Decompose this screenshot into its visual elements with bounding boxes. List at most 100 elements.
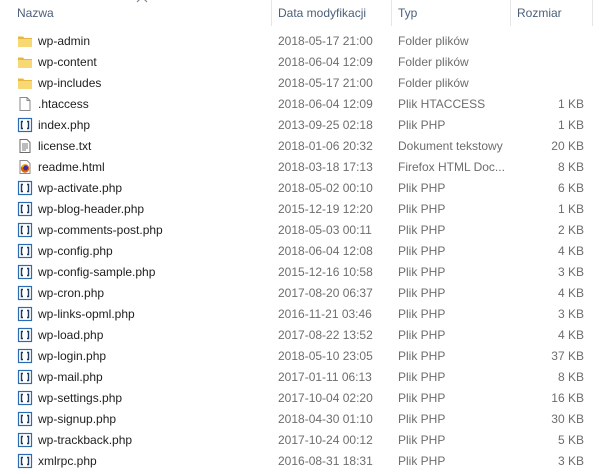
file-type: Plik PHP bbox=[398, 265, 446, 279]
file-size: 1 KB bbox=[557, 118, 584, 132]
file-row[interactable]: wp-activate.php 2018-05-02 00:10 Plik PHP 6… bbox=[0, 178, 609, 199]
file-date: 2016-11-21 03:46 bbox=[278, 307, 372, 321]
column-header-bar: Nazwa Data modyfikacji Typ Rozmiar bbox=[0, 0, 609, 26]
php-file-icon bbox=[17, 327, 33, 343]
file-name[interactable]: xmlrpc.php bbox=[38, 451, 268, 472]
blank-file-icon bbox=[17, 96, 33, 112]
php-file-icon bbox=[17, 243, 33, 259]
file-type: Plik HTACCESS bbox=[398, 97, 486, 111]
file-name[interactable]: wp-load.php bbox=[38, 325, 268, 346]
file-row[interactable]: wp-links-opml.php 2016-11-21 03:46 Plik PH… bbox=[0, 304, 609, 325]
file-date: 2018-06-04 12:08 bbox=[278, 244, 373, 258]
file-row[interactable]: wp-login.php 2018-05-10 23:05 Plik PHP 37 K… bbox=[0, 346, 609, 367]
file-size: 16 KB bbox=[551, 391, 584, 405]
file-row[interactable]: wp-config-sample.php 2015-12-16 10:58 Plik… bbox=[0, 262, 609, 283]
file-name[interactable]: wp-trackback.php bbox=[38, 430, 268, 451]
file-row[interactable]: license.txt 2018-01-06 20:32 Dokument teks… bbox=[0, 136, 609, 157]
column-divider[interactable] bbox=[510, 0, 511, 26]
file-name[interactable]: wp-login.php bbox=[38, 346, 268, 367]
file-date: 2018-04-30 01:10 bbox=[278, 412, 373, 426]
file-size: 4 KB bbox=[557, 286, 584, 300]
file-row[interactable]: wp-config.php 2018-06-04 12:08 Plik PHP 4 K… bbox=[0, 241, 609, 262]
file-name[interactable]: wp-settings.php bbox=[38, 388, 268, 409]
file-row[interactable]: wp-mail.php 2017-01-11 06:13 Plik PHP 8 KB bbox=[0, 367, 609, 388]
php-file-icon bbox=[17, 180, 33, 196]
file-type: Plik PHP bbox=[398, 286, 446, 300]
file-date: 2015-12-19 12:20 bbox=[278, 202, 373, 216]
file-name[interactable]: wp-config.php bbox=[38, 241, 268, 262]
file-row[interactable]: wp-comments-post.php 2018-05-03 00:11 Plik… bbox=[0, 220, 609, 241]
chevron-up-icon[interactable] bbox=[136, 0, 148, 3]
firefox-html-icon bbox=[17, 159, 33, 175]
file-row[interactable]: wp-admin 2018-05-17 21:00 Folder plików bbox=[0, 31, 609, 52]
file-date: 2018-06-04 12:09 bbox=[278, 97, 373, 111]
file-name[interactable]: index.php bbox=[38, 115, 268, 136]
file-type: Dokument tekstowy bbox=[398, 139, 503, 153]
file-name[interactable]: wp-cron.php bbox=[38, 283, 268, 304]
file-row[interactable]: wp-trackback.php 2017-10-24 00:12 Plik PHP… bbox=[0, 430, 609, 451]
folder-icon bbox=[17, 54, 33, 70]
file-row[interactable]: xmlrpc.php 2016-08-31 18:31 Plik PHP 3 KB bbox=[0, 451, 609, 472]
file-row[interactable]: wp-content 2018-06-04 12:09 Folder plików bbox=[0, 52, 609, 73]
file-size: 3 KB bbox=[557, 265, 584, 279]
php-file-icon bbox=[17, 453, 33, 469]
file-name[interactable]: wp-comments-post.php bbox=[38, 220, 268, 241]
file-name[interactable]: wp-activate.php bbox=[38, 178, 268, 199]
file-size: 5 KB bbox=[557, 433, 584, 447]
file-date: 2018-06-04 12:09 bbox=[278, 55, 373, 69]
file-name[interactable]: wp-includes bbox=[38, 73, 268, 94]
file-type: Folder plików bbox=[398, 55, 469, 69]
file-date: 2018-01-06 20:32 bbox=[278, 139, 373, 153]
file-name[interactable]: wp-signup.php bbox=[38, 409, 268, 430]
file-row[interactable]: wp-settings.php 2017-10-04 02:20 Plik PHP 1… bbox=[0, 388, 609, 409]
file-row[interactable]: wp-load.php 2017-08-22 13:52 Plik PHP 4 KB bbox=[0, 325, 609, 346]
file-row[interactable]: wp-includes 2018-05-17 21:00 Folder plików bbox=[0, 73, 609, 94]
column-divider[interactable] bbox=[391, 0, 392, 26]
file-row[interactable]: wp-cron.php 2017-08-20 06:37 Plik PHP 4 KB bbox=[0, 283, 609, 304]
file-size bbox=[515, 31, 584, 52]
column-divider[interactable] bbox=[592, 0, 593, 26]
file-size: 8 KB bbox=[557, 370, 584, 384]
file-date: 2017-08-20 06:37 bbox=[278, 286, 373, 300]
file-type: Plik PHP bbox=[398, 454, 446, 468]
file-date: 2017-10-24 00:12 bbox=[278, 433, 373, 447]
file-name[interactable]: license.txt bbox=[38, 136, 268, 157]
file-list: wp-admin 2018-05-17 21:00 Folder plików wp-… bbox=[0, 31, 609, 472]
php-file-icon bbox=[17, 201, 33, 217]
file-row[interactable]: wp-blog-header.php 2015-12-19 12:20 Plik P… bbox=[0, 199, 609, 220]
file-type: Plik PHP bbox=[398, 349, 446, 363]
file-row[interactable]: readme.html 2018-03-18 17:13 Firefox HTML … bbox=[0, 157, 609, 178]
file-size bbox=[515, 52, 584, 73]
file-row[interactable]: wp-signup.php 2018-04-30 01:10 Plik PHP 30 … bbox=[0, 409, 609, 430]
php-file-icon bbox=[17, 411, 33, 427]
column-header-name[interactable]: Nazwa bbox=[17, 0, 54, 26]
file-type: Firefox HTML Doc... bbox=[398, 160, 505, 174]
file-name[interactable]: wp-mail.php bbox=[38, 367, 268, 388]
file-row[interactable]: index.php 2013-09-25 02:18 Plik PHP 1 KB bbox=[0, 115, 609, 136]
php-file-icon bbox=[17, 432, 33, 448]
file-date: 2018-05-10 23:05 bbox=[278, 349, 373, 363]
column-header-type[interactable]: Typ bbox=[398, 0, 417, 26]
file-name[interactable]: wp-links-opml.php bbox=[38, 304, 268, 325]
file-date: 2018-05-03 00:11 bbox=[278, 223, 372, 237]
file-size: 3 KB bbox=[557, 454, 584, 468]
php-file-icon bbox=[17, 390, 33, 406]
column-header-date[interactable]: Data modyfikacji bbox=[278, 0, 366, 26]
file-row[interactable]: .htaccess 2018-06-04 12:09 Plik HTACCESS 1 … bbox=[0, 94, 609, 115]
file-name[interactable]: wp-config-sample.php bbox=[38, 262, 268, 283]
file-date: 2017-08-22 13:52 bbox=[278, 328, 373, 342]
column-header-size[interactable]: Rozmiar bbox=[517, 0, 562, 26]
file-type: Plik PHP bbox=[398, 433, 446, 447]
file-name[interactable]: .htaccess bbox=[38, 94, 268, 115]
column-divider[interactable] bbox=[271, 0, 272, 26]
file-name[interactable]: wp-admin bbox=[38, 31, 268, 52]
file-name[interactable]: wp-content bbox=[38, 52, 268, 73]
file-name[interactable]: wp-blog-header.php bbox=[38, 199, 268, 220]
php-file-icon bbox=[17, 222, 33, 238]
file-name[interactable]: readme.html bbox=[38, 157, 268, 178]
file-size bbox=[515, 73, 584, 94]
folder-icon bbox=[17, 75, 33, 91]
php-file-icon bbox=[17, 264, 33, 280]
php-file-icon bbox=[17, 306, 33, 322]
file-size: 1 KB bbox=[557, 202, 584, 216]
